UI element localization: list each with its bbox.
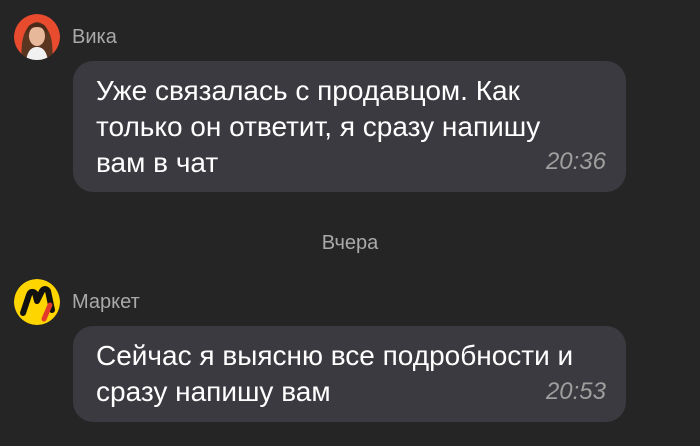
message-bubble[interactable]: Уже связалась с продавцом. Как только он… xyxy=(73,61,626,192)
message-text: Сейчас я выясню все подробности и сразу … xyxy=(96,340,574,407)
message-sender-row: Маркет xyxy=(14,279,140,325)
message-sender-row: Вика xyxy=(14,14,117,60)
message-bubble[interactable]: Сейчас я выясню все подробности и сразу … xyxy=(73,326,626,422)
message-text: Уже связалась с продавцом. Как только он… xyxy=(96,75,541,178)
user-photo-avatar[interactable] xyxy=(14,14,60,60)
date-separator: Вчера xyxy=(321,232,379,254)
message-time: 20:36 xyxy=(545,148,606,175)
sender-name: Вика xyxy=(72,25,117,48)
yandex-market-logo-icon[interactable] xyxy=(14,279,60,325)
sender-name: Маркет xyxy=(72,290,140,313)
message-time: 20:53 xyxy=(545,378,606,405)
